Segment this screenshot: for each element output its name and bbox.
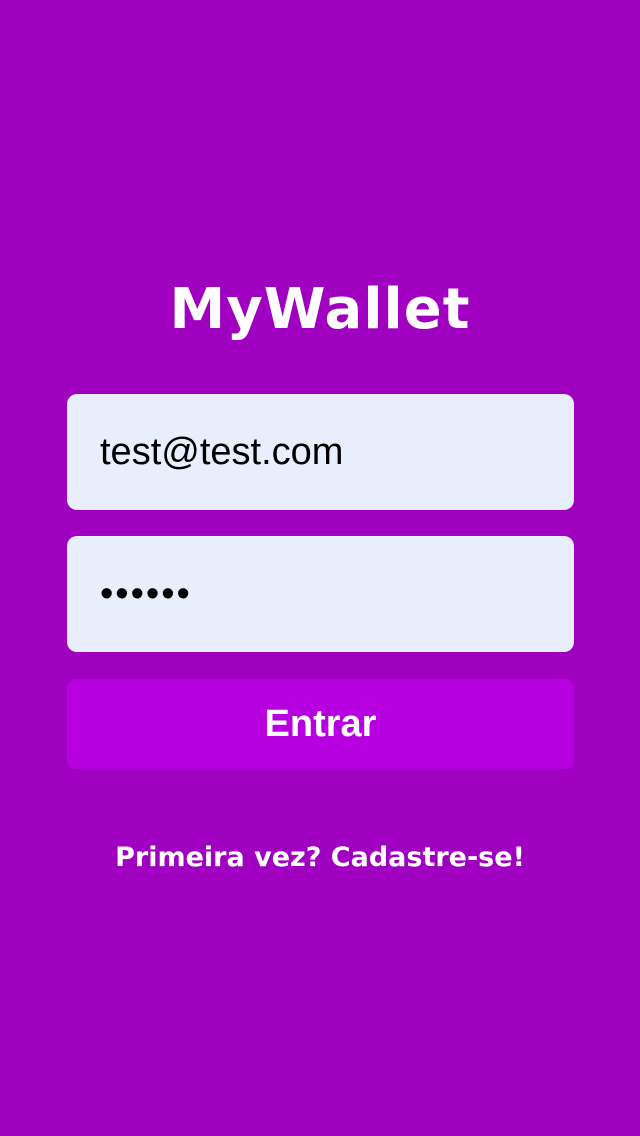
app-logo: MyWallet [169, 277, 471, 342]
login-button-label: Entrar [264, 702, 377, 745]
signup-link[interactable]: Primeira vez? Cadastre-se! [0, 838, 640, 878]
email-field[interactable]: test@test.com [67, 394, 574, 510]
login-screen: MyWallet test@test.com •••••• Entrar Pri… [0, 0, 640, 1136]
password-field[interactable]: •••••• [67, 536, 574, 652]
login-button[interactable]: Entrar [67, 679, 574, 769]
password-field-value: •••••• [100, 572, 192, 615]
email-field-value: test@test.com [100, 430, 344, 473]
